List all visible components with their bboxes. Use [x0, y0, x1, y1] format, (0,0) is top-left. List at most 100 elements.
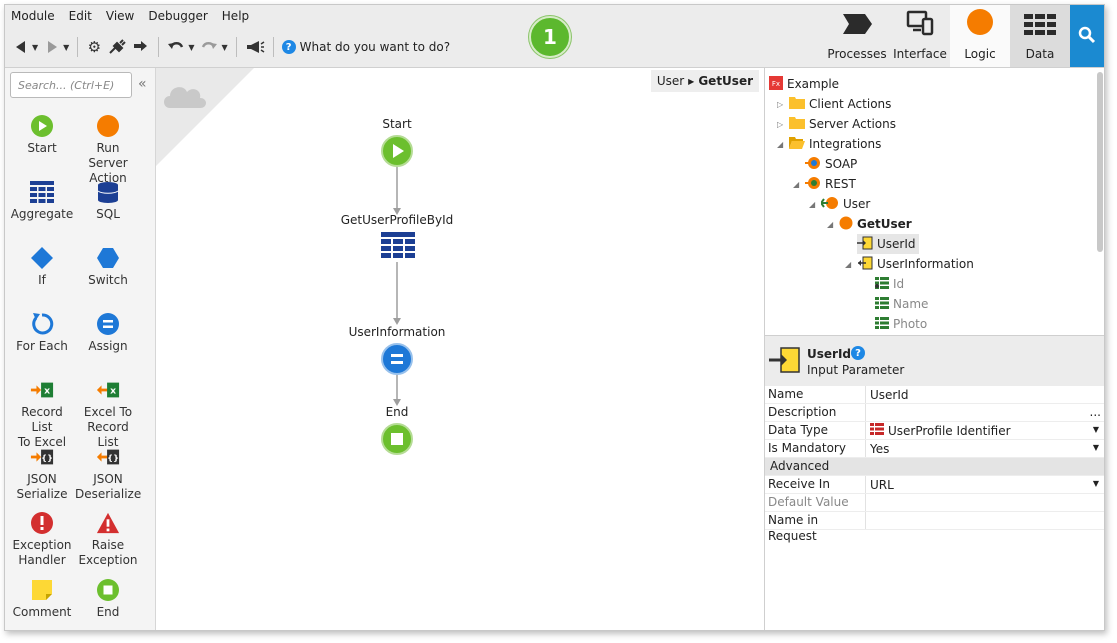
- exception-handler-icon: [30, 511, 54, 535]
- expand-arrow-icon[interactable]: ▷: [777, 100, 785, 109]
- expand-arrow-icon[interactable]: ▷: [777, 120, 785, 129]
- tree-item-example[interactable]: Fx Example: [769, 74, 839, 94]
- back-dropdown-icon[interactable]: ▼: [32, 43, 38, 52]
- toolbox-search-input[interactable]: Search... (Ctrl+E): [10, 72, 132, 98]
- tool-sql[interactable]: SQL: [75, 180, 141, 222]
- megaphone-icon[interactable]: [245, 36, 265, 58]
- notification-badge[interactable]: 1: [529, 16, 571, 58]
- collapse-arrow-icon[interactable]: ◢: [777, 140, 785, 149]
- tree-scrollbar[interactable]: [1097, 72, 1103, 252]
- tree-item-client-actions[interactable]: ▷ Client Actions: [777, 94, 891, 114]
- tool-start[interactable]: Start: [9, 114, 75, 156]
- tree-label: Integrations: [809, 137, 882, 151]
- tree-item-userinformation[interactable]: ◢ UserInformation: [845, 254, 974, 274]
- tool-comment[interactable]: Comment: [9, 578, 75, 620]
- flow-end-node[interactable]: [381, 423, 413, 458]
- collapse-panel-icon[interactable]: «: [138, 76, 147, 92]
- tool-for-each[interactable]: For Each: [9, 312, 75, 354]
- gear-icon[interactable]: ⚙: [86, 36, 102, 58]
- flow-assign-node[interactable]: [381, 343, 413, 378]
- prop-receive-in-select[interactable]: URL ▼: [866, 476, 1104, 493]
- tool-run-server-action[interactable]: Run Server Action: [75, 114, 141, 186]
- menu-help[interactable]: Help: [222, 9, 249, 23]
- flow-start-node[interactable]: [381, 135, 413, 170]
- prop-key: Is Mandatory: [765, 440, 866, 457]
- tab-logic[interactable]: Logic: [950, 5, 1010, 67]
- tab-interface-label: Interface: [893, 47, 947, 61]
- rest-icon: [805, 176, 821, 193]
- menu-debugger[interactable]: Debugger: [148, 9, 207, 23]
- tool-excel-to-record-list[interactable]: x Excel To Record List: [75, 378, 141, 450]
- tree-item-userid[interactable]: UserId: [857, 234, 919, 254]
- undo-dropdown-icon[interactable]: ▼: [188, 43, 194, 52]
- search-button[interactable]: [1070, 5, 1104, 67]
- dropdown-arrow-icon[interactable]: ▼: [1093, 440, 1099, 456]
- tool-json-serialize[interactable]: {} JSON Serialize: [9, 445, 75, 502]
- tree-item-name[interactable]: Name: [875, 294, 928, 314]
- tab-data[interactable]: Data: [1010, 5, 1070, 67]
- tree-label: Id: [893, 277, 905, 291]
- tab-logic-label: Logic: [964, 47, 996, 61]
- dropdown-arrow-icon[interactable]: ▼: [1093, 476, 1099, 492]
- tool-label: Serialize: [16, 487, 68, 501]
- menu-module[interactable]: Module: [11, 9, 55, 23]
- devices-icon: [906, 10, 934, 39]
- collapse-arrow-icon[interactable]: ◢: [793, 180, 801, 189]
- what-do-you-want-button[interactable]: ? What do you want to do?: [281, 40, 450, 54]
- forward-icon[interactable]: [44, 36, 60, 58]
- tree-item-id[interactable]: Id: [875, 274, 904, 294]
- tool-label: Raise: [91, 538, 125, 552]
- redo-dropdown-icon[interactable]: ▼: [221, 43, 227, 52]
- tool-assign[interactable]: Assign: [75, 312, 141, 354]
- collapse-arrow-icon[interactable]: ◢: [845, 260, 853, 269]
- flow-aggregate-node[interactable]: [381, 232, 415, 263]
- back-icon[interactable]: [13, 36, 29, 58]
- undo-icon[interactable]: [167, 36, 185, 58]
- tool-end[interactable]: End: [75, 578, 141, 620]
- tool-exception-handler[interactable]: Exception Handler: [9, 511, 75, 568]
- prop-data-type-select[interactable]: UserProfile Identifier ▼: [866, 422, 1104, 439]
- prop-value: UserProfile Identifier: [888, 423, 1011, 438]
- tool-record-list-to-excel[interactable]: x Record List To Excel: [9, 378, 75, 450]
- tab-processes[interactable]: Processes: [824, 5, 890, 67]
- tool-raise-exception[interactable]: Raise Exception: [75, 511, 141, 568]
- tree-label: SOAP: [825, 157, 858, 171]
- tree-label: GetUser: [857, 217, 912, 231]
- tool-json-deserialize[interactable]: {} JSON Deserialize: [75, 445, 141, 502]
- prop-is-mandatory-select[interactable]: Yes ▼: [866, 440, 1104, 457]
- tool-switch[interactable]: Switch: [75, 246, 141, 288]
- tree-item-rest[interactable]: ◢ REST: [793, 174, 856, 194]
- flow-canvas[interactable]: User ▶ GetUser Start GetUserProfileById …: [156, 68, 763, 630]
- tree-item-server-actions[interactable]: ▷ Server Actions: [777, 114, 896, 134]
- dropdown-arrow-icon[interactable]: ▼: [1093, 422, 1099, 438]
- tree-item-integrations[interactable]: ◢ Integrations: [777, 134, 881, 154]
- menu-view[interactable]: View: [106, 9, 134, 23]
- tree-item-photo[interactable]: Photo: [875, 314, 927, 334]
- forward-dropdown-icon[interactable]: ▼: [63, 43, 69, 52]
- prop-default-value-input[interactable]: [866, 494, 1104, 511]
- tree-item-user[interactable]: ◢ User: [809, 194, 870, 214]
- ellipsis-button[interactable]: ...: [1090, 404, 1101, 420]
- collapse-arrow-icon[interactable]: ◢: [827, 220, 835, 229]
- collapse-arrow-icon[interactable]: ◢: [809, 200, 817, 209]
- flow-start-label: Start: [382, 117, 412, 131]
- prop-description-value[interactable]: ...: [866, 404, 1104, 421]
- tool-aggregate[interactable]: Aggregate: [9, 180, 75, 222]
- module-icon: Fx: [769, 75, 783, 93]
- plug-icon[interactable]: [108, 36, 127, 58]
- prop-name-value[interactable]: UserId: [866, 386, 1104, 403]
- tool-if[interactable]: If: [9, 246, 75, 288]
- prop-row-receive-in: Receive In URL ▼: [765, 476, 1104, 494]
- tab-interface[interactable]: Interface: [890, 5, 950, 67]
- help-icon[interactable]: ?: [851, 346, 865, 360]
- rest-method-icon: [839, 216, 853, 233]
- tool-label: For Each: [16, 339, 68, 353]
- flow-aggregate-label: GetUserProfileById: [340, 213, 454, 227]
- menu-edit[interactable]: Edit: [69, 9, 92, 23]
- tree-item-getuser[interactable]: ◢ GetUser: [827, 214, 912, 234]
- tree-label: Example: [787, 77, 840, 91]
- deploy-icon[interactable]: [132, 36, 150, 58]
- redo-icon[interactable]: [200, 36, 218, 58]
- tree-item-soap[interactable]: SOAP: [805, 154, 857, 174]
- prop-name-in-request-input[interactable]: [866, 512, 1104, 529]
